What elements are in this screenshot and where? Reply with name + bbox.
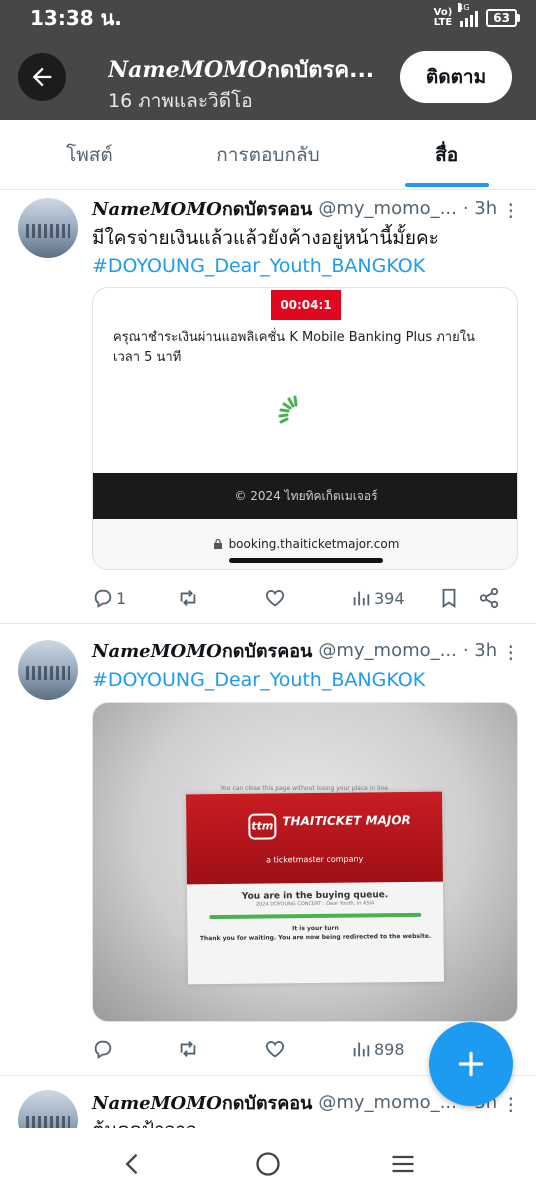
views-chart-icon (353, 591, 370, 606)
volte-icon: Vo) LTE (433, 7, 453, 28)
share-icon (479, 587, 499, 609)
header-title-text: กดบัตรค... (266, 58, 375, 83)
tweet[interactable]: NameMOMOกดบัตรคอน @my_momo_... · 3h ··· … (0, 624, 536, 1076)
views-button[interactable]: 394 (350, 587, 438, 609)
url-text: booking.thaiticketmajor.com (228, 537, 400, 551)
signal-icon: 4G (458, 3, 479, 27)
status-bar: 13:38 น. Vo) LTE 4G 63 (0, 0, 536, 36)
tweet-handle: @my_momo_... (318, 639, 457, 661)
tweet-handle: @my_momo_... (318, 197, 457, 219)
queue-progress-bar (209, 912, 422, 920)
payment-timer: 00:04:1 (271, 290, 341, 320)
ttm-logo-icon: ttm (248, 813, 277, 840)
header-title: NameMOMOกดบัตรค... (108, 52, 388, 87)
repost-icon (180, 590, 196, 606)
author-name-text: กดบัตรคอน (221, 1092, 313, 1114)
profile-header: NameMOMOกดบัตรค... 16 ภาพและวิดีโอ ติดตา… (0, 36, 536, 120)
tweet-time: · 3h (462, 639, 498, 661)
bookmark-button[interactable] (438, 587, 478, 609)
tweet-actions: 1 394 (92, 583, 516, 613)
tweet-media-screenshot[interactable]: 00:04:1 ครุณาชำระเงินผ่านแอพลิเคชั่น K M… (92, 287, 518, 570)
loading-spinner-icon (278, 395, 298, 424)
queue-status: You are in the buying queue. 2024 DOYOUN… (187, 882, 444, 950)
more-options-icon[interactable]: · · · (508, 1089, 514, 1121)
turn-text: Thank you for waiting. You are now being… (199, 932, 432, 943)
tweet-hashtag[interactable]: #DOYOUNG_Dear_Youth_BANGKOK (92, 666, 518, 694)
like-button[interactable] (264, 587, 350, 609)
repost-icon (180, 1041, 196, 1057)
author-name-text: กดบัตรคอน (221, 198, 313, 220)
views-chart-icon (353, 1042, 370, 1057)
author-name-text: กดบัตรคอน (221, 640, 313, 662)
tweet-author-name[interactable]: NameMOMOกดบัตรคอน (92, 194, 312, 223)
system-nav-bar (0, 1128, 536, 1200)
payment-footer: © 2024 ไทยทิคเก็ตเมเจอร์ (93, 473, 517, 519)
avatar[interactable] (18, 198, 78, 258)
brand-tagline: a ticketmaster company (266, 854, 364, 865)
nav-home-icon[interactable] (254, 1150, 282, 1178)
header-subtitle: 16 ภาพและวิดีโอ (108, 90, 253, 112)
bookmark-icon (442, 588, 456, 608)
url-bar: booking.thaiticketmajor.com (93, 519, 517, 569)
tweet-author-name[interactable]: NameMOMOกดบัตรคอน (92, 1088, 312, 1117)
nav-back-icon[interactable] (119, 1150, 147, 1178)
queue-detail: 2024 DOYOUNG CONCERT : Dear Youth, in AS… (255, 900, 375, 908)
queue-page-card: ttm THAITICKET MAJOR a ticketmaster comp… (186, 791, 444, 985)
heart-icon (265, 1041, 285, 1058)
follow-button[interactable]: ติดตาม (400, 51, 512, 103)
views-count: 898 (374, 1039, 405, 1059)
plus-icon (458, 1051, 484, 1077)
brand-logo: ttm THAITICKET MAJOR (248, 812, 411, 840)
repost-button[interactable] (176, 587, 264, 609)
author-name-deco: NameMOMO (92, 1092, 222, 1114)
repost-button[interactable] (176, 1038, 264, 1060)
status-time: 13:38 น. (30, 6, 122, 30)
tab-replies[interactable]: การตอบกลับ (179, 120, 358, 189)
battery-level: 63 (486, 9, 517, 27)
more-options-icon[interactable]: · · · (508, 637, 514, 669)
compose-button[interactable] (429, 1022, 513, 1106)
tweet-time: · 3h (462, 197, 498, 219)
tweet-text: มีใครจ่ายเงินแล้วแล้วยังค้างอยู่หน้านี้ม… (92, 227, 439, 249)
heart-icon (265, 590, 285, 607)
share-button[interactable] (478, 587, 508, 609)
lock-icon (213, 538, 222, 549)
like-button[interactable] (264, 1038, 350, 1060)
more-options-icon[interactable]: · · · (508, 195, 514, 227)
home-indicator (229, 558, 383, 563)
nav-recents-icon[interactable] (389, 1150, 417, 1178)
tweet-header: NameMOMOกดบัตรคอน @my_momo_... · 3h (92, 636, 516, 664)
reply-icon (94, 1040, 112, 1059)
status-indicators: Vo) LTE 4G 63 (433, 3, 520, 28)
tweet[interactable]: NameMOMOกดบัตรคอน @my_momo_... · 3h ··· … (0, 190, 536, 624)
photo-top-note: You can close this page without losing y… (220, 785, 390, 792)
tab-posts[interactable]: โพสต์ (0, 120, 179, 189)
tweet-header: NameMOMOกดบัตรคอน @my_momo_... · 3h (92, 194, 516, 222)
reply-count: 1 (116, 588, 127, 608)
tweet-text: ต้นดดป้าวาว (92, 1116, 518, 1128)
reply-button[interactable] (92, 1038, 176, 1060)
views-button[interactable]: 898 (350, 1038, 438, 1060)
author-name-deco: NameMOMO (92, 640, 222, 662)
author-name-deco: NameMOMO (92, 198, 222, 220)
brand-name: THAITICKET MAJOR (282, 812, 411, 829)
tweet-hashtag[interactable]: #DOYOUNG_Dear_Youth_BANGKOK (92, 252, 518, 280)
payment-message: ครุณาชำระเงินผ่านแอพลิเคชั่น K Mobile Ba… (113, 330, 475, 365)
back-button[interactable] (18, 53, 66, 101)
profile-tabs: โพสต์ การตอบกลับ สื่อ (0, 120, 536, 190)
brand-banner: ttm THAITICKET MAJOR a ticketmaster comp… (186, 791, 443, 885)
avatar[interactable] (18, 1090, 78, 1128)
reply-button[interactable]: 1 (92, 587, 176, 609)
tweet-media-photo[interactable]: You can close this page without losing y… (92, 702, 518, 1022)
header-title-deco: NameMOMO (108, 57, 267, 83)
tab-media[interactable]: สื่อ (357, 120, 536, 189)
views-count: 394 (374, 588, 405, 608)
battery-icon: 63 (486, 9, 520, 27)
avatar[interactable] (18, 640, 78, 700)
tweet-author-name[interactable]: NameMOMOกดบัตรคอน (92, 636, 312, 665)
reply-icon (94, 589, 112, 608)
arrow-left-icon (32, 67, 52, 87)
network-type: 4G (458, 3, 470, 12)
tweet-handle: @my_momo_... (318, 1091, 457, 1113)
